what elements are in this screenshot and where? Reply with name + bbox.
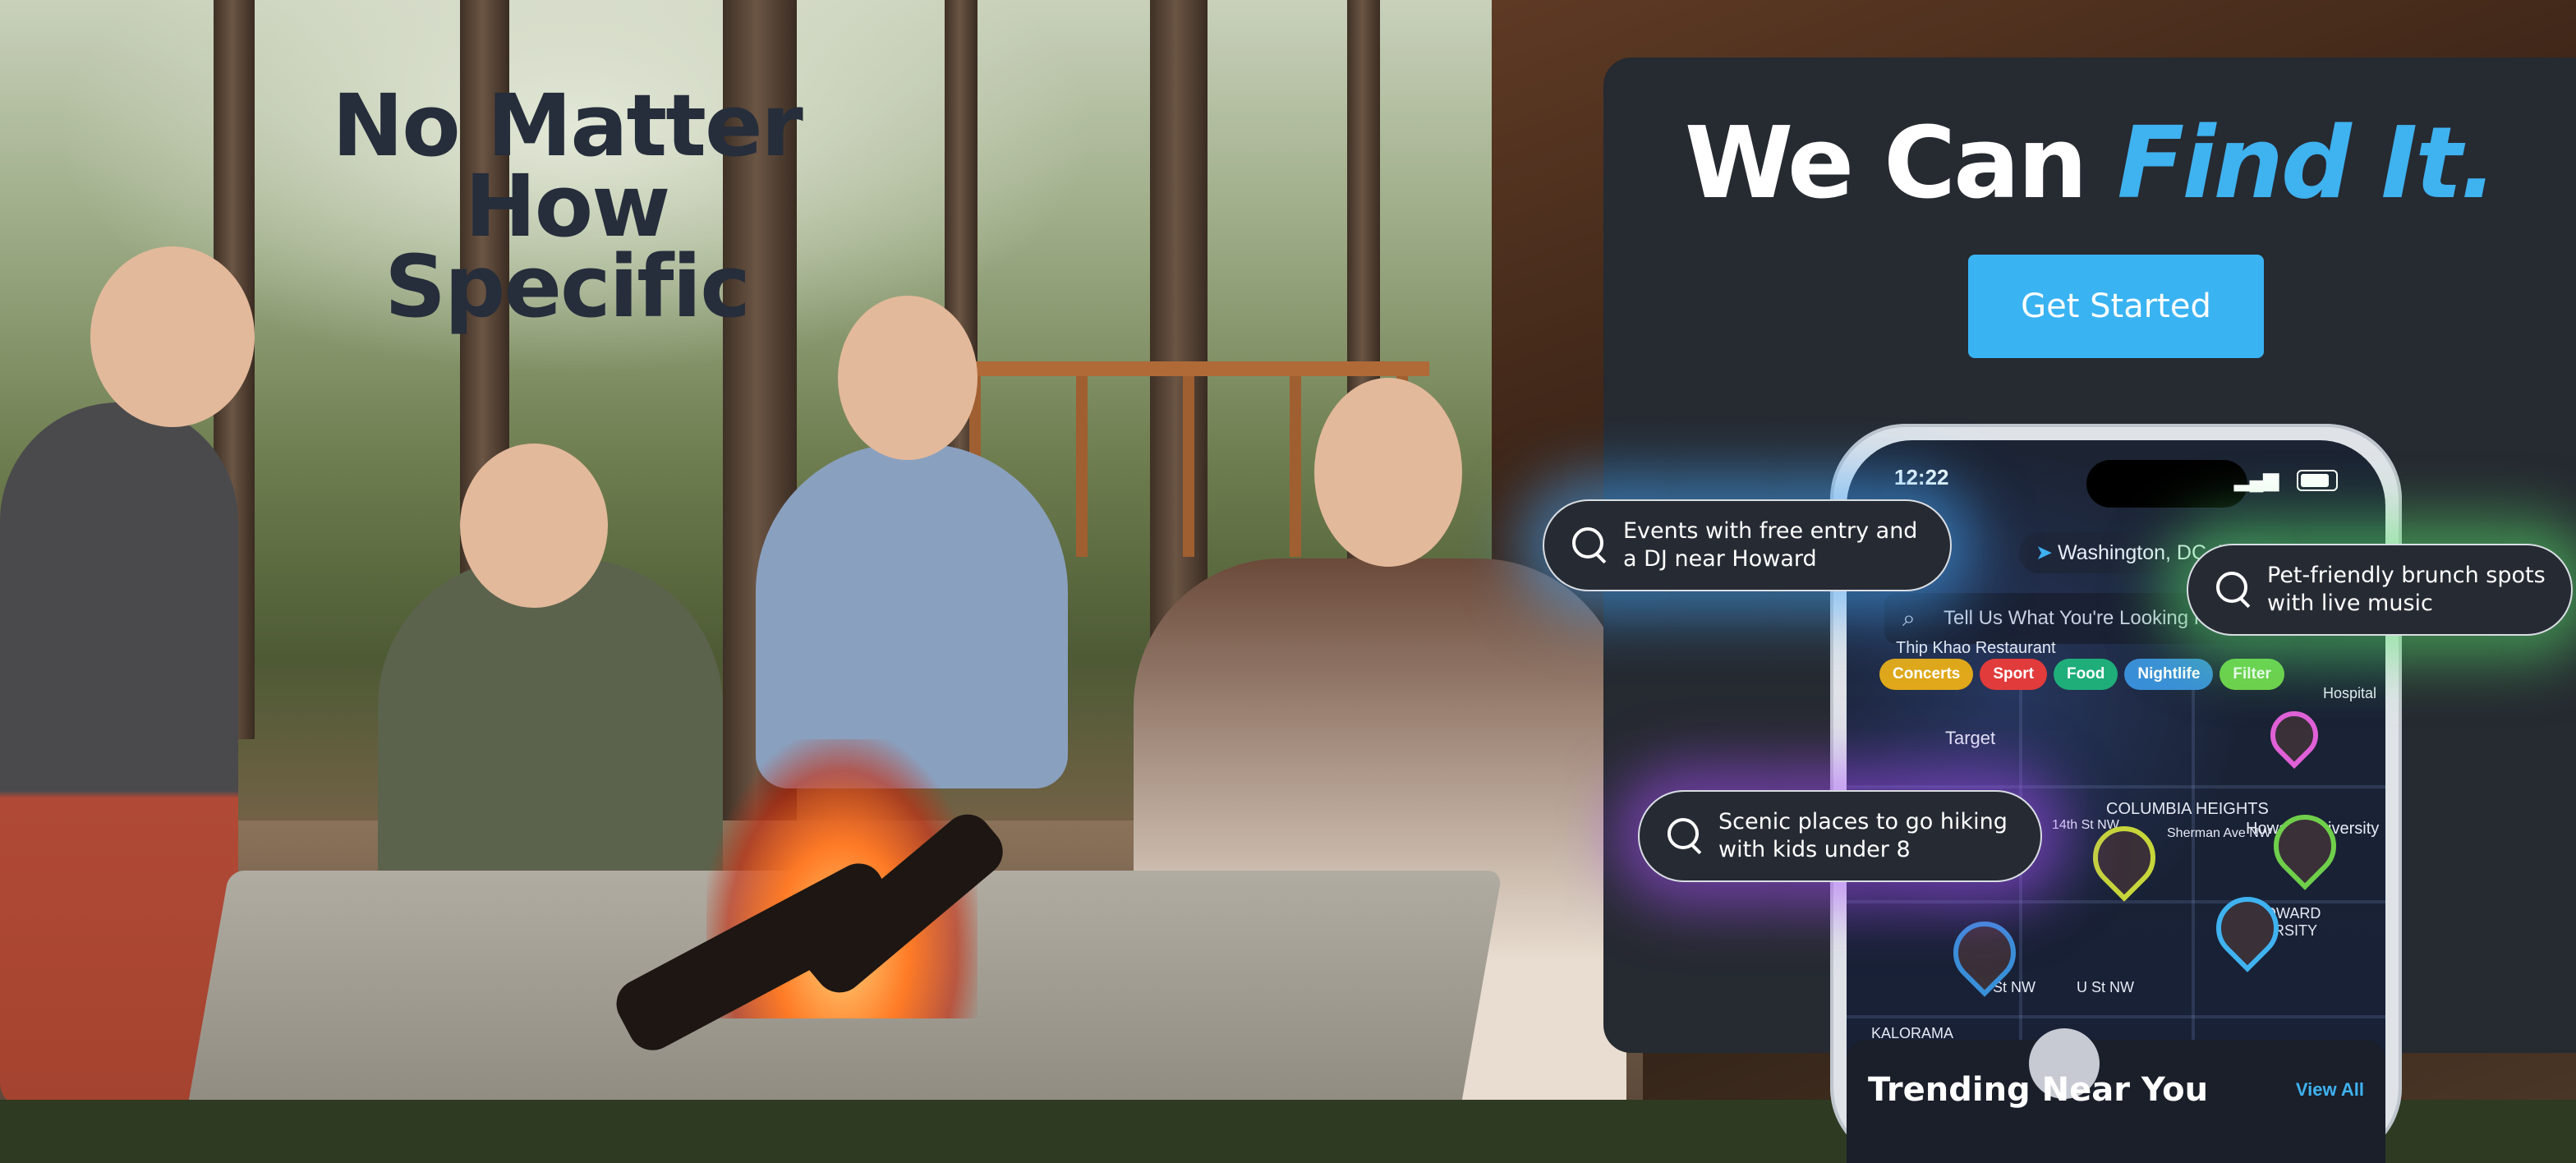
status-time: 12:22	[1894, 465, 1949, 490]
chip-sport[interactable]: Sport	[1980, 659, 2047, 690]
person-woman-head	[1314, 378, 1462, 567]
promo-title: We Can Find It.	[1603, 107, 2576, 221]
person-man-head	[460, 444, 608, 608]
dynamic-island	[2086, 460, 2247, 508]
hero-headline: No Matter How Specific	[271, 76, 862, 337]
suggestion-bubble[interactable]: Scenic places to go hiking with kids und…	[1638, 790, 2042, 882]
map-label: Hospital	[2323, 685, 2377, 701]
hero-headline-line2: How Specific	[384, 156, 751, 337]
promo-title-accent: Find It.	[2117, 107, 2497, 221]
chip-filter[interactable]: Filter	[2220, 659, 2284, 690]
search-icon	[1572, 527, 1603, 559]
signal-icon: ▂▄▆	[2234, 469, 2279, 491]
app-search-placeholder: Tell Us What You're Looking F	[1944, 607, 2206, 629]
suggestion-text: Pet-friendly brunch spots with live musi…	[2267, 563, 2546, 616]
suggestion-text: Events with free entry and a DJ near How…	[1623, 518, 1918, 572]
person-boy	[756, 444, 1068, 788]
promo-title-plain: We Can	[1684, 107, 2118, 221]
category-chips: Concerts Sport Food Nightlife Filter	[1879, 659, 2369, 695]
trending-sheet: Trending Near You View All	[1847, 1028, 2385, 1163]
map-pin[interactable]	[2203, 884, 2292, 972]
trending-title: Trending Near You	[1868, 1071, 2209, 1109]
get-started-button[interactable]: Get Started	[1968, 255, 2264, 358]
chip-nightlife[interactable]: Nightlife	[2124, 659, 2214, 690]
map-pin[interactable]	[2260, 701, 2329, 770]
hero-headline-line1: No Matter	[332, 76, 803, 176]
location-arrow-icon: ➤	[2036, 541, 2053, 564]
suggestion-bubble[interactable]: Events with free entry and a DJ near How…	[1543, 499, 1952, 591]
map-label: U St NW	[2077, 979, 2134, 995]
suggestion-text: Scenic places to go hiking with kids und…	[1718, 809, 2008, 862]
view-all-link[interactable]: View All	[2296, 1079, 2364, 1101]
search-icon	[1668, 818, 1699, 849]
suggestion-bubble[interactable]: Pet-friendly brunch spots with live musi…	[2187, 544, 2573, 636]
status-bar: 12:22 ▂▄▆	[1894, 460, 2338, 508]
search-icon: ⌕	[1902, 605, 1916, 631]
map-label: Sherman Ave NW	[2167, 826, 2271, 840]
chip-food[interactable]: Food	[2053, 659, 2118, 690]
person-girl	[0, 402, 238, 1100]
map-label: Thip Khao Restaurant	[1896, 639, 2056, 657]
person-girl-head	[90, 246, 255, 427]
map-label: COLUMBIA HEIGHTS	[2106, 800, 2269, 818]
map-label: Target	[1945, 728, 1996, 748]
chip-concerts[interactable]: Concerts	[1879, 659, 1974, 690]
battery-icon	[2297, 470, 2338, 491]
map-pin[interactable]	[2261, 802, 2349, 890]
search-icon	[2216, 572, 2247, 603]
